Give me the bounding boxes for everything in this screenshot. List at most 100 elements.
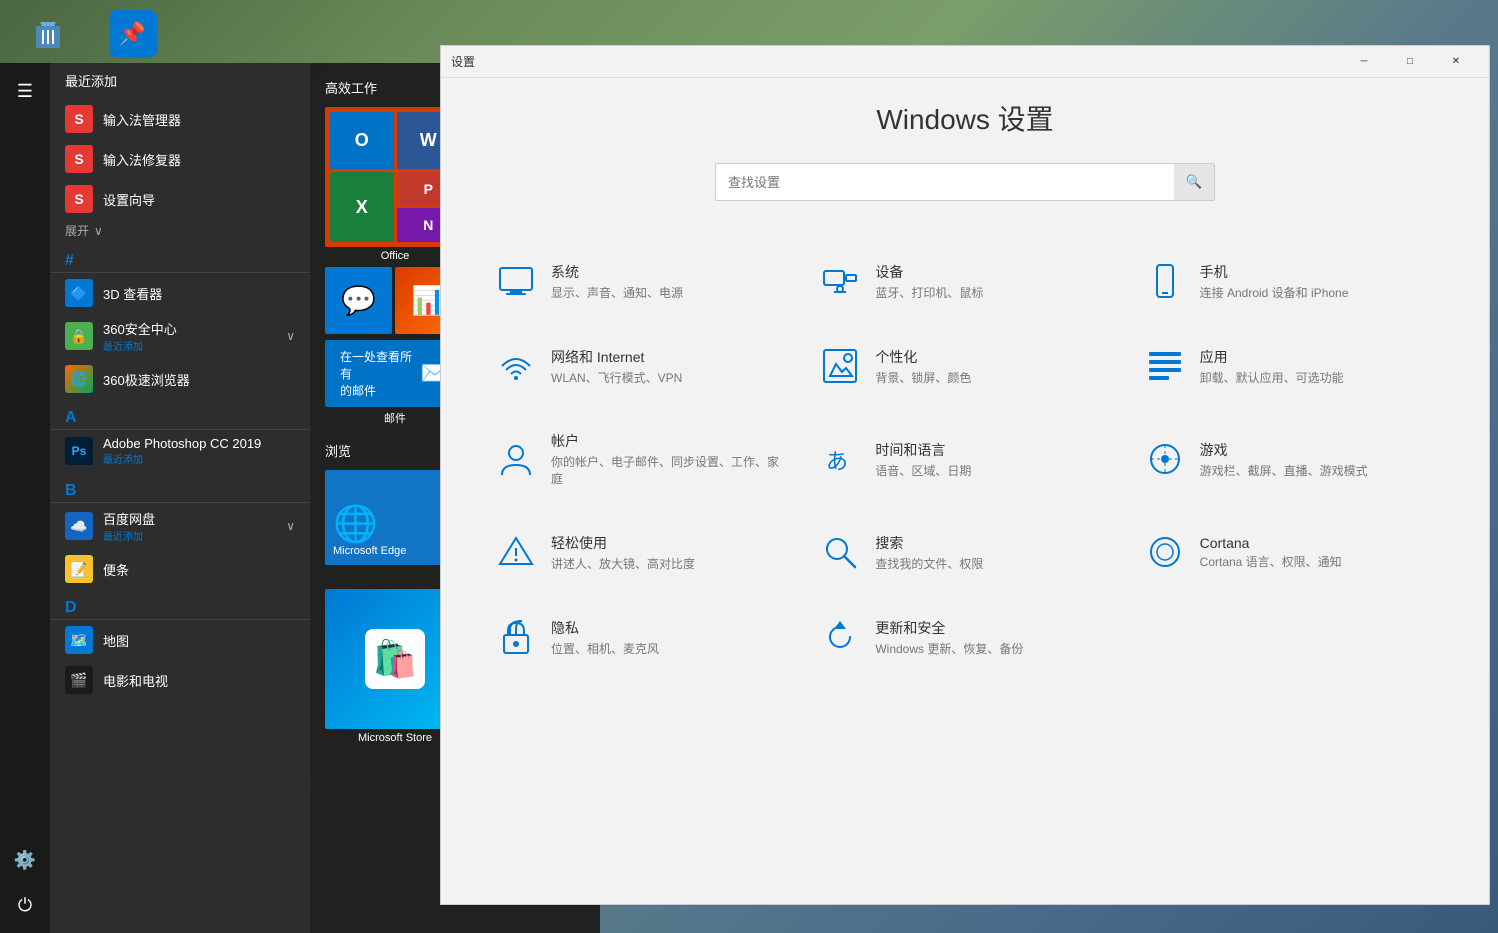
- devices-subtitle: 蓝牙、打印机、鼠标: [875, 284, 983, 301]
- settings-content: Windows 设置 🔍 系统: [441, 78, 1489, 904]
- start-menu-sidebar: ☰ ⚙️ ⏻: [0, 63, 50, 933]
- app-item-baidu-disk[interactable]: ☁️ 百度网盘 最近添加 ∨: [50, 503, 310, 549]
- cortana-subtitle: Cortana 语言、权限、通知: [1200, 553, 1342, 570]
- app-name-setup-wizard: 设置向导: [103, 190, 155, 209]
- settings-item-update[interactable]: 更新和安全 Windows 更新、恢复、备份: [805, 597, 1124, 677]
- settings-item-accounts[interactable]: 帐户 你的帐户、电子邮件、同步设置、工作、家庭: [481, 411, 800, 507]
- apps-title: 应用: [1200, 347, 1344, 367]
- svg-text:あ: あ: [826, 449, 848, 474]
- update-title: 更新和安全: [875, 618, 1023, 638]
- settings-item-accessibility[interactable]: 轻松使用 讲述人、放大镜、高对比度: [481, 512, 800, 592]
- app-item-photoshop[interactable]: Ps Adobe Photoshop CC 2019 最近添加: [50, 430, 310, 472]
- app-list-letter-hash: #: [50, 247, 310, 273]
- settings-item-system[interactable]: 系统 显示、声音、通知、电源: [481, 241, 800, 321]
- app-item-movies[interactable]: 🎬 电影和电视: [50, 660, 310, 700]
- personalization-icon: [820, 346, 860, 386]
- start-app-list: 最近添加 S 输入法管理器 S 输入法修复器: [50, 63, 310, 933]
- apps-subtitle: 卸载、默认应用、可选功能: [1200, 369, 1344, 386]
- app-item-maps[interactable]: 🗺️ 地图: [50, 620, 310, 660]
- update-text: 更新和安全 Windows 更新、恢复、备份: [875, 618, 1023, 657]
- privacy-text: 隐私 位置、相机、麦克风: [551, 618, 659, 657]
- hamburger-menu-button[interactable]: ☰: [5, 71, 45, 111]
- settings-titlebar: 设置 ─ □ ✕: [441, 46, 1489, 78]
- app-badge-360-security: 最近添加: [103, 338, 177, 353]
- system-icon: [496, 261, 536, 301]
- settings-search-bar: 🔍: [715, 163, 1215, 201]
- expand-baidu-disk: ∨: [286, 519, 295, 533]
- phone-title: 手机: [1200, 262, 1349, 282]
- settings-grid: 系统 显示、声音、通知、电源 设备: [481, 241, 1449, 677]
- settings-sidebar-button[interactable]: ⚙️: [5, 840, 45, 880]
- app-name-360-security: 360安全中心: [103, 319, 177, 338]
- app-name-baidu-disk: 百度网盘: [103, 509, 155, 528]
- settings-item-privacy[interactable]: 隐私 位置、相机、麦克风: [481, 597, 800, 677]
- accounts-subtitle: 你的帐户、电子邮件、同步设置、工作、家庭: [551, 453, 785, 487]
- time-subtitle: 语音、区域、日期: [875, 462, 971, 479]
- devices-icon: [820, 261, 860, 301]
- app-name-photoshop: Adobe Photoshop CC 2019: [103, 436, 261, 451]
- settings-item-network[interactable]: 网络和 Internet WLAN、飞行模式、VPN: [481, 326, 800, 406]
- expand-row[interactable]: 展开 ∨: [50, 219, 310, 242]
- expand-label: 展开: [65, 222, 89, 239]
- gaming-subtitle: 游戏栏、截屏、直播、游戏模式: [1200, 462, 1368, 479]
- settings-window-title: 设置: [451, 53, 1341, 70]
- search-text: 搜索 查找我的文件、权限: [875, 533, 983, 572]
- system-title: 系统: [551, 262, 683, 282]
- app-list-letter-b: B: [50, 477, 310, 503]
- accounts-text: 帐户 你的帐户、电子邮件、同步设置、工作、家庭: [551, 431, 785, 487]
- accessibility-subtitle: 讲述人、放大镜、高对比度: [551, 555, 695, 572]
- settings-item-phone[interactable]: 手机 连接 Android 设备和 iPhone: [1130, 241, 1449, 321]
- gaming-text: 游戏 游戏栏、截屏、直播、游戏模式: [1200, 440, 1368, 479]
- power-button[interactable]: ⏻: [5, 885, 45, 925]
- app-item-stickynotes[interactable]: 📝 便条: [50, 549, 310, 589]
- skype-tile[interactable]: 💬: [325, 267, 392, 334]
- settings-search-button[interactable]: 🔍: [1174, 164, 1214, 200]
- edge-tile-label: Microsoft Edge: [333, 545, 406, 557]
- maximize-button[interactable]: □: [1387, 46, 1433, 78]
- settings-item-personalization[interactable]: 个性化 背景、锁屏、颜色: [805, 326, 1124, 406]
- app-item-input-manager[interactable]: S 输入法管理器: [50, 99, 310, 139]
- system-text: 系统 显示、声音、通知、电源: [551, 262, 683, 301]
- accounts-icon: [496, 439, 536, 479]
- app-item-3d-viewer[interactable]: 🔷 3D 查看器: [50, 273, 310, 313]
- network-icon: [496, 346, 536, 386]
- personalization-text: 个性化 背景、锁屏、颜色: [875, 347, 971, 386]
- settings-main-title: Windows 设置: [481, 98, 1449, 138]
- settings-item-time[interactable]: あ 时间和语言 语音、区域、日期: [805, 411, 1124, 507]
- personalization-subtitle: 背景、锁屏、颜色: [875, 369, 971, 386]
- search-subtitle: 查找我的文件、权限: [875, 555, 983, 572]
- close-button[interactable]: ✕: [1433, 46, 1479, 78]
- phone-subtitle: 连接 Android 设备和 iPhone: [1200, 284, 1349, 301]
- settings-item-devices[interactable]: 设备 蓝牙、打印机、鼠标: [805, 241, 1124, 321]
- app-list-letter-d: D: [50, 594, 310, 620]
- app-item-360-browser[interactable]: 🌐 360极速浏览器: [50, 359, 310, 399]
- gaming-title: 游戏: [1200, 440, 1368, 460]
- mail-tile-sublabel: 的邮件: [340, 382, 420, 399]
- privacy-title: 隐私: [551, 618, 659, 638]
- settings-search-input[interactable]: [716, 167, 1174, 198]
- settings-item-cortana[interactable]: Cortana Cortana 语言、权限、通知: [1130, 512, 1449, 592]
- outlook-subtile[interactable]: O: [330, 112, 394, 169]
- app-item-input-repair[interactable]: S 输入法修复器: [50, 139, 310, 179]
- gaming-icon: [1145, 439, 1185, 479]
- app-badge-photoshop: 最近添加: [103, 451, 261, 466]
- desktop: 回收站 📌 钉钉 🌐 Microsoft Edge ☁️ 百度网盘: [0, 0, 1498, 933]
- settings-item-gaming[interactable]: 游戏 游戏栏、截屏、直播、游戏模式: [1130, 411, 1449, 507]
- search-settings-icon: [820, 532, 860, 572]
- apps-icon: [1145, 346, 1185, 386]
- phone-text: 手机 连接 Android 设备和 iPhone: [1200, 262, 1349, 301]
- settings-item-search[interactable]: 搜索 查找我的文件、权限: [805, 512, 1124, 592]
- store-tile-icon: 🛍️: [365, 629, 425, 689]
- settings-item-apps[interactable]: 应用 卸载、默认应用、可选功能: [1130, 326, 1449, 406]
- minimize-button[interactable]: ─: [1341, 46, 1387, 78]
- app-list-letter-a: A: [50, 404, 310, 430]
- settings-window: 设置 ─ □ ✕ Windows 设置 🔍: [440, 45, 1490, 905]
- office-tile-label: Office: [381, 250, 410, 262]
- app-item-setup-wizard[interactable]: S 设置向导: [50, 179, 310, 219]
- accounts-title: 帐户: [551, 431, 785, 451]
- excel-subtile[interactable]: X: [330, 172, 394, 242]
- app-item-360-security[interactable]: 🔒 360安全中心 最近添加 ∨: [50, 313, 310, 359]
- app-name-input-repair: 输入法修复器: [103, 150, 181, 169]
- expand-360-security: ∨: [286, 329, 295, 343]
- app-badge-baidu-disk: 最近添加: [103, 528, 155, 543]
